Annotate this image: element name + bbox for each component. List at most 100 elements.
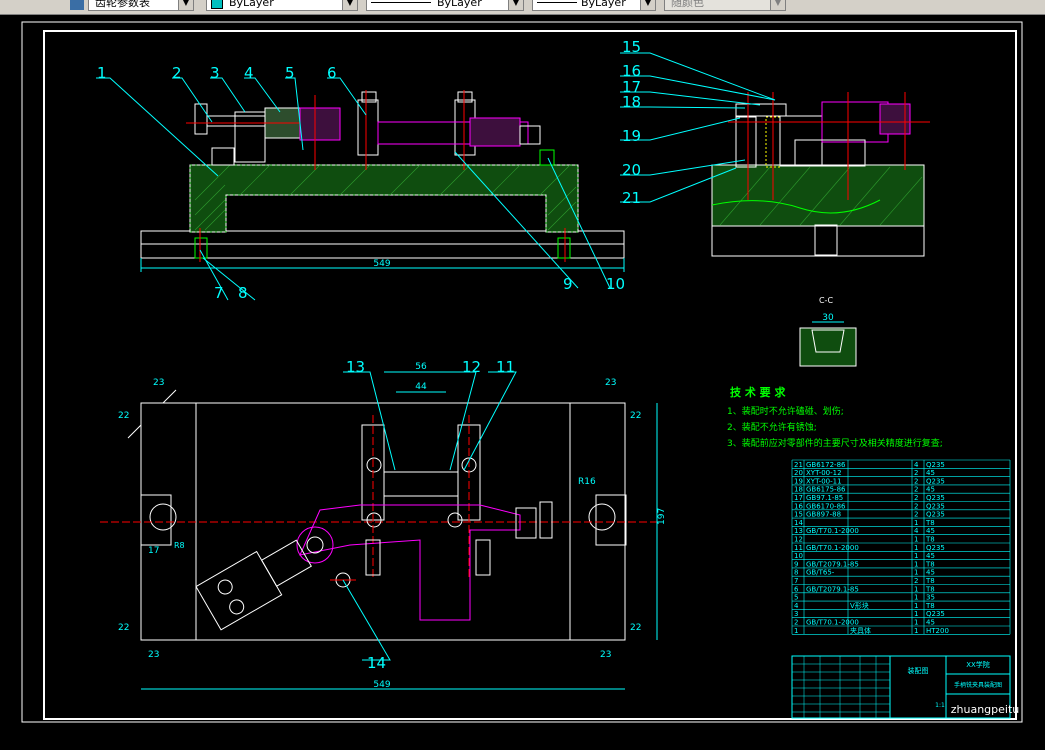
table-style-dropdown[interactable]: 齿轮参数表 ▼ (88, 0, 194, 11)
bom-no: 10 (794, 552, 803, 560)
bom-no: 8 (794, 569, 798, 577)
bom-no: 14 (794, 519, 803, 527)
dim-549-top: 549 (373, 259, 390, 269)
bom-material: T8 (925, 585, 935, 593)
bom-qty: 2 (914, 494, 918, 502)
tech-item: 2、装配不允许有锈蚀; (727, 421, 817, 433)
dim-17: 17 (148, 546, 159, 556)
bom-material: Q235 (926, 477, 945, 485)
part-number: 2 (172, 64, 182, 82)
lineweight-dropdown[interactable]: ByLayer ▼ (532, 0, 656, 11)
bom-qty: 2 (914, 469, 918, 477)
bom-code: GB6175-86 (806, 486, 846, 494)
part-number: 1 (97, 64, 107, 82)
dim-44: 44 (415, 382, 427, 392)
part-number: 7 (214, 284, 224, 302)
dim-23: 23 (605, 378, 616, 388)
chevron-down-icon[interactable]: ▼ (342, 0, 357, 10)
chevron-down-icon[interactable]: ▼ (508, 0, 523, 10)
part-number: 19 (622, 127, 641, 145)
section-label: C-C (819, 296, 833, 305)
part-number: 14 (367, 654, 386, 672)
plotstyle-dropdown[interactable]: 随颜色 ▼ (664, 0, 786, 11)
table-style-value: 齿轮参数表 (95, 0, 150, 9)
bom-no: 21 (794, 461, 803, 469)
bom-material: T8 (925, 536, 935, 544)
bom-material: Q235 (926, 502, 945, 510)
dim-22: 22 (118, 623, 129, 633)
bom-no: 16 (794, 502, 803, 510)
dim-197: 197 (657, 508, 667, 525)
color-swatch-icon (211, 0, 223, 9)
bom-qty: 1 (914, 610, 918, 618)
bom-qty: 1 (914, 536, 918, 544)
watermark: zhuangpeitu (951, 703, 1020, 716)
bom-no: 19 (794, 477, 803, 485)
linetype-preview-icon (371, 2, 431, 3)
cad-drawing[interactable]: 549 1 2 3 4 5 6 7 8 9 10 15 16 17 18 19 … (0, 15, 1045, 746)
bom-qty: 1 (914, 569, 918, 577)
bom-material: 45 (926, 569, 935, 577)
bom-material: T8 (925, 577, 935, 585)
bom-no: 5 (794, 594, 798, 602)
tech-title: 技 术 要 求 (730, 385, 786, 399)
bom-no: 18 (794, 486, 803, 494)
part-number: 21 (622, 189, 641, 207)
bom-qty: 1 (914, 544, 918, 552)
dim-23: 23 (148, 650, 159, 660)
bom-material: T8 (925, 560, 935, 568)
bom-no: 7 (794, 577, 798, 585)
part-number: 18 (622, 93, 641, 111)
bom-qty: 1 (914, 585, 918, 593)
dim-r16: R16 (578, 477, 596, 487)
bom-qty: 1 (914, 560, 918, 568)
bom-qty: 2 (914, 577, 918, 585)
bom-name: V形块 (850, 601, 869, 610)
part-number: 8 (238, 284, 248, 302)
bom-material: Q235 (926, 511, 945, 519)
drawing-title: 手柄铣夹具装配图 (954, 681, 1002, 689)
bom-no: 11 (794, 544, 803, 552)
bom-no: 20 (794, 469, 803, 477)
bom-material: T8 (925, 602, 935, 610)
layer-color-dropdown[interactable]: ByLayer ▼ (206, 0, 358, 11)
bom-qty: 2 (914, 502, 918, 510)
bom-material: 45 (926, 552, 935, 560)
bom-code: GB/T70.1-2000 (806, 619, 859, 627)
drawing-canvas[interactable]: 549 1 2 3 4 5 6 7 8 9 10 15 16 17 18 19 … (0, 15, 1045, 746)
bom-material: 45 (926, 619, 935, 627)
bom-no: 9 (794, 560, 798, 568)
bom-code: GB6172-86 (806, 461, 846, 469)
dim-22: 22 (630, 623, 641, 633)
plotstyle-value: 随颜色 (671, 0, 704, 9)
dim-22: 22 (118, 411, 129, 421)
dim-56: 56 (415, 362, 427, 372)
bom-no: 4 (794, 602, 799, 610)
bom-code: GB897-88 (806, 511, 841, 519)
bom-material: T8 (925, 519, 935, 527)
bom-material: Q235 (926, 544, 945, 552)
linetype-dropdown[interactable]: ByLayer ▼ (366, 0, 524, 11)
bom-material: 35 (926, 594, 935, 602)
table-style-icon[interactable] (70, 0, 84, 10)
bom-qty: 2 (914, 477, 918, 485)
chevron-down-icon[interactable]: ▼ (178, 0, 193, 10)
part-number: 11 (496, 358, 515, 376)
dim-22: 22 (630, 411, 641, 421)
bom-material: Q235 (926, 461, 945, 469)
bom-no: 12 (794, 536, 803, 544)
bom-qty: 2 (914, 486, 918, 494)
bom-qty: 1 (914, 627, 918, 635)
bom-no: 17 (794, 494, 803, 502)
part-number: 4 (244, 64, 254, 82)
bom-material: 45 (926, 469, 935, 477)
part-number: 9 (563, 275, 573, 293)
dim-23: 23 (153, 378, 164, 388)
sheet-label: 装配图 (908, 666, 929, 675)
bom-qty: 4 (914, 461, 919, 469)
bom-code: GB/T65- (806, 569, 835, 577)
chevron-down-icon[interactable]: ▼ (640, 0, 655, 10)
part-number: 3 (210, 64, 220, 82)
linetype-value: ByLayer (437, 0, 482, 9)
dim-r8: R8 (174, 541, 185, 550)
